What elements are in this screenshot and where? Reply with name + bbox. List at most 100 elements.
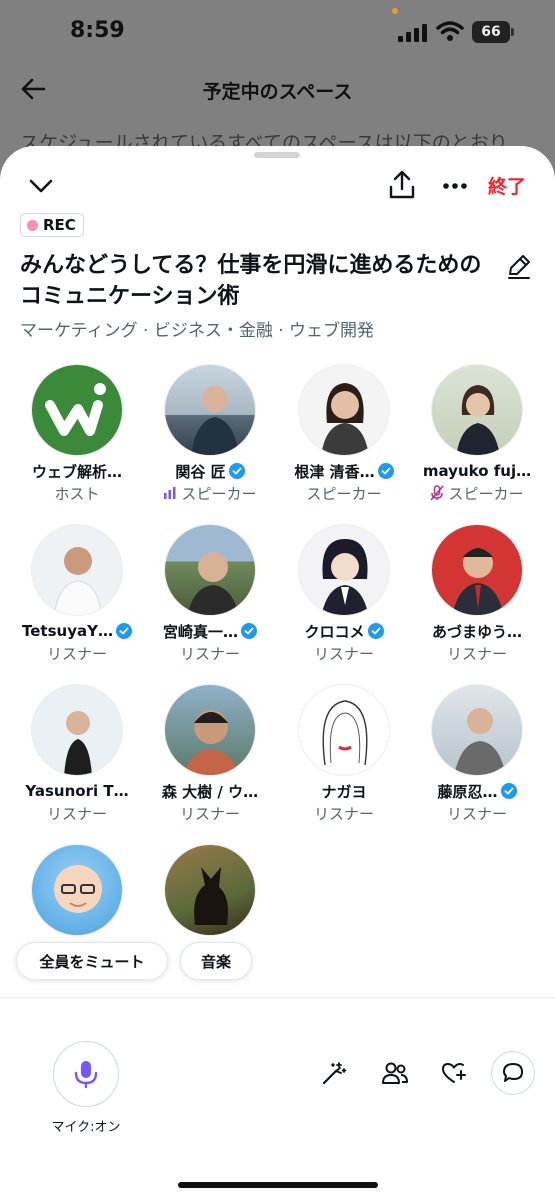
- mute-all-button[interactable]: 全員をミュート: [16, 942, 168, 980]
- page-title: 予定中のスペース: [202, 81, 353, 103]
- home-indicator: [178, 1182, 378, 1188]
- cat-painting-icon: [194, 867, 228, 925]
- person-photo-icon: [64, 711, 92, 775]
- mic-toggle-button[interactable]: [53, 1041, 119, 1107]
- verified-badge-icon: [377, 463, 394, 479]
- person-illustration-icon: [321, 539, 369, 615]
- space-topics: マーケティング · ビジネス・金融 · ウェブ開発: [20, 321, 375, 341]
- participant-tile[interactable]: あづまゆう… リスナー: [410, 524, 544, 663]
- participant-role: リスナー: [46, 644, 107, 663]
- participant-tile[interactable]: 宮崎真一… リスナー: [143, 524, 277, 663]
- magic-wand-icon: [322, 1062, 347, 1085]
- chat-bubble-icon: [503, 1063, 523, 1082]
- avatar: [164, 364, 256, 456]
- avatar: [164, 844, 256, 936]
- participant-role: リスナー: [446, 804, 507, 823]
- avatar: [31, 524, 123, 616]
- participant-tile[interactable]: mayuko fuj… スピーカー: [410, 364, 544, 503]
- participant-tile[interactable]: ウェブ解析… ホスト: [10, 364, 144, 503]
- recording-dot-icon: [27, 219, 38, 231]
- participant-tile[interactable]: 藤原忍… リスナー: [410, 684, 544, 823]
- participant-name: ウェブ解析…: [31, 462, 122, 481]
- privacy-indicator: [392, 8, 398, 14]
- verified-badge-icon: [241, 623, 257, 639]
- recording-label: REC: [43, 216, 76, 234]
- space-sheet: 終了 REC みんなどうしてる？仕事を円滑に進めるためのコミュニケーション術 マ…: [0, 146, 555, 1200]
- effects-button[interactable]: [312, 1051, 356, 1095]
- verified-badge-icon: [228, 463, 245, 479]
- person-photo-icon: [454, 708, 506, 775]
- chevron-down-icon[interactable]: [28, 176, 54, 196]
- mic-status-label: マイク:オン: [51, 1120, 121, 1135]
- avatar: [31, 684, 123, 776]
- share-icon[interactable]: [388, 170, 416, 200]
- participant-role: スピーカー: [181, 484, 257, 503]
- avatar: [164, 524, 256, 616]
- person-photo-icon: [456, 385, 500, 455]
- person-photo-icon: [452, 548, 504, 615]
- avatar: [164, 684, 256, 776]
- participant-name: Yasunori T…: [25, 782, 129, 800]
- sheet-grabber[interactable]: [254, 152, 300, 158]
- sheet-toolbar: 終了: [0, 166, 555, 206]
- avatar: [298, 684, 390, 776]
- reactions-button[interactable]: [432, 1051, 476, 1095]
- music-button[interactable]: 音楽: [180, 942, 252, 980]
- more-icon[interactable]: [440, 174, 470, 198]
- participant-name: 藤原忍…: [437, 782, 498, 801]
- participant-role: リスナー: [179, 644, 240, 663]
- status-bar: 8:59 66: [0, 0, 555, 66]
- avatar: [431, 684, 523, 776]
- participant-name: クロコメ: [304, 622, 365, 641]
- participant-role: ホスト: [54, 484, 100, 503]
- battery-indicator: 66: [472, 21, 510, 43]
- people-button[interactable]: [373, 1051, 417, 1095]
- participant-tile[interactable]: クロコメ リスナー: [277, 524, 411, 663]
- participant-tile[interactable]: 関谷 匠 スピーカー: [143, 364, 277, 503]
- participant-name: 関谷 匠: [175, 462, 226, 481]
- participant-role: スピーカー: [448, 484, 524, 503]
- participant-name: 宮崎真一…: [162, 622, 238, 641]
- participant-name: 根津 清香…: [294, 462, 375, 481]
- avatar: [431, 364, 523, 456]
- verified-badge-icon: [500, 783, 517, 799]
- participant-role: リスナー: [313, 804, 374, 823]
- speaking-bars-icon: [164, 487, 176, 499]
- people-icon: [382, 1062, 408, 1084]
- person-photo-icon: [183, 710, 239, 775]
- person-photo-icon: [187, 552, 239, 615]
- participant-name: mayuko fuj…: [422, 462, 532, 480]
- avatar: [31, 364, 123, 456]
- participant-role: リスナー: [179, 804, 240, 823]
- participant-tile[interactable]: Yasunori T… リスナー: [10, 684, 144, 823]
- wifi-icon: [436, 21, 464, 41]
- participant-tile[interactable]: 根津 清香… スピーカー: [277, 364, 411, 503]
- comments-button[interactable]: [491, 1051, 535, 1095]
- person-photo-icon: [321, 383, 369, 455]
- avatar: [31, 844, 123, 936]
- verified-badge-icon: [367, 623, 384, 639]
- person-photo-icon: [53, 547, 103, 615]
- person-sketch-icon: [322, 700, 368, 766]
- participant-name: 森 大樹 / ウ…: [161, 782, 259, 801]
- participant-tile[interactable]: 森 大樹 / ウ… リスナー: [143, 684, 277, 823]
- avatar: [298, 524, 390, 616]
- participant-tile[interactable]: [10, 844, 144, 936]
- heart-plus-icon: [442, 1063, 466, 1083]
- participant-role: リスナー: [313, 644, 374, 663]
- end-space-button[interactable]: 終了: [488, 172, 526, 199]
- participant-tile[interactable]: ナガヨ リスナー: [277, 684, 411, 823]
- participant-role: リスナー: [46, 804, 107, 823]
- person-photo-icon: [191, 386, 239, 455]
- participant-tile[interactable]: [143, 844, 277, 936]
- recording-badge: REC: [20, 213, 84, 237]
- edit-pencil-icon[interactable]: [505, 252, 533, 280]
- space-title: みんなどうしてる？仕事を円滑に進めるためのコミュニケーション術: [20, 253, 482, 309]
- cartoon-avatar-icon: [54, 865, 102, 913]
- participant-name: あづまゆう…: [431, 622, 522, 641]
- battery-tip: [511, 28, 514, 36]
- divider: [0, 997, 555, 998]
- participant-tile[interactable]: TetsuyaY… リスナー: [10, 524, 144, 663]
- status-time: 8:59: [70, 18, 125, 43]
- cellular-signal-icon: [398, 24, 428, 42]
